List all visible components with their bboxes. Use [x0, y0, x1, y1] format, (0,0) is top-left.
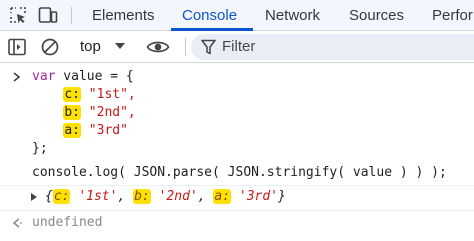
output-key-a: a:: [213, 189, 232, 204]
output-key-c: c:: [52, 189, 71, 204]
code-line-prop-a: a: "3rd": [32, 122, 128, 140]
prop-value-b: "2nd",: [88, 105, 136, 120]
object-open-brace: {: [45, 189, 53, 204]
inspect-element-icon[interactable]: [8, 5, 28, 25]
tab-elements[interactable]: Elements: [92, 0, 155, 31]
message-divider: [0, 210, 474, 211]
console-toolbar: top Filter: [0, 31, 474, 63]
output-value-a: '3rd': [238, 189, 279, 204]
output-separator-1: ,: [117, 189, 134, 204]
filter-placeholder: Filter: [222, 38, 256, 55]
code-line-console-log: console.log( JSON.parse( JSON.stringify(…: [32, 165, 447, 180]
output-value-c: '1st': [78, 189, 118, 204]
tab-network[interactable]: Network: [265, 0, 320, 31]
declaration-rest: value = {: [55, 69, 134, 84]
prop-key-c: c:: [63, 87, 81, 102]
filter-input[interactable]: Filter: [191, 34, 474, 60]
prop-key-a: a:: [63, 123, 81, 138]
prop-key-b: b:: [63, 105, 81, 120]
tab-sources[interactable]: Sources: [349, 0, 404, 31]
code-line-prop-b: b: "2nd",: [32, 104, 136, 122]
message-divider: [0, 185, 474, 186]
sidebar-toggle-icon[interactable]: [7, 37, 27, 57]
chevron-down-icon: [115, 43, 125, 49]
output-separator-2: ,: [197, 189, 214, 204]
eye-icon[interactable]: [146, 37, 170, 57]
object-close-brace: }: [278, 189, 286, 204]
clear-console-icon[interactable]: [40, 37, 60, 57]
devtools-tab-bar: Elements Console Network Sources Perfor: [0, 0, 474, 31]
tab-bar-divider: [71, 7, 72, 24]
toolbar-divider: [185, 38, 186, 56]
return-value-arrow-icon: [12, 218, 22, 228]
context-selector[interactable]: top: [80, 31, 125, 62]
expand-triangle-icon[interactable]: [28, 188, 40, 206]
tab-performance[interactable]: Perfor: [432, 0, 473, 31]
prop-value-c: "1st",: [88, 87, 136, 102]
tab-console[interactable]: Console: [182, 0, 237, 31]
output-value-b: '2nd': [158, 189, 198, 204]
keyword-var: var: [32, 69, 56, 84]
object-preview[interactable]: {c: '1st', b: '2nd', a: '3rd'}: [45, 188, 286, 206]
context-selector-label: top: [80, 38, 101, 55]
return-value: undefined: [32, 215, 103, 230]
prop-value-a: "3rd": [88, 123, 128, 138]
filter-icon: [201, 39, 216, 55]
code-line-declaration: var value = {: [32, 68, 134, 86]
code-line-prop-c: c: "1st",: [32, 86, 136, 104]
console-messages: var value = { c: "1st", b: "2nd", a: "3r…: [0, 63, 474, 241]
output-key-b: b:: [133, 189, 151, 204]
device-toolbar-icon[interactable]: [38, 5, 58, 25]
input-prompt-chevron-icon: [13, 72, 21, 82]
code-line-close: };: [32, 141, 48, 156]
